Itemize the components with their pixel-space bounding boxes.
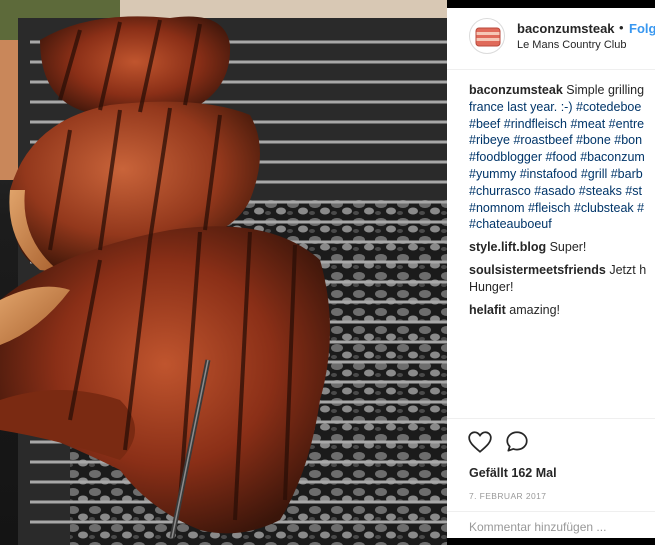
likes-count[interactable]: Gefällt 162 Mal bbox=[469, 466, 557, 480]
location-link[interactable]: Le Mans Country Club bbox=[517, 39, 626, 51]
comment-bubble-icon[interactable] bbox=[504, 429, 530, 455]
comment-text: Super! bbox=[549, 240, 587, 255]
caption-username[interactable]: baconzumsteak bbox=[469, 83, 563, 97]
caption-line: baconzumsteak Simple grilling bbox=[469, 83, 645, 97]
caption-line: france last year. :-) #cotedeboe bbox=[469, 99, 642, 114]
caption-line: #ribeye #roastbeef #bone #bon bbox=[469, 133, 643, 148]
caption-line: #foodblogger #food #baconzum bbox=[469, 150, 645, 165]
comment-username[interactable]: soulsistermeetsfriends bbox=[469, 263, 606, 277]
post-side-panel: baconzumsteak • Folg Le Mans Country Clu… bbox=[447, 8, 655, 538]
comment-username[interactable]: style.lift.blog bbox=[469, 240, 546, 254]
add-comment-section bbox=[447, 511, 655, 538]
avatar[interactable] bbox=[469, 18, 505, 54]
post-photo[interactable] bbox=[0, 0, 447, 545]
comment-text: Jetzt h bbox=[609, 262, 647, 277]
post-header: baconzumsteak • Folg Le Mans Country Clu… bbox=[447, 8, 655, 70]
comment-item: style.lift.blog Super! bbox=[469, 239, 655, 256]
caption-line: #nomnom #fleisch #clubsteak # bbox=[469, 200, 645, 215]
bacon-logo-icon bbox=[475, 27, 501, 47]
heart-icon[interactable] bbox=[467, 429, 493, 455]
comment-item: helafit amazing! bbox=[469, 302, 655, 319]
caption-line: #chateauboeuf bbox=[469, 217, 552, 232]
grilled-steaks-photo bbox=[0, 0, 447, 545]
follow-button[interactable]: Folg bbox=[629, 21, 655, 36]
comment-item: soulsistermeetsfriends Jetzt h Hunger! bbox=[469, 262, 655, 296]
comment-text: Hunger! bbox=[469, 279, 514, 294]
header-username[interactable]: baconzumsteak bbox=[517, 21, 615, 36]
caption-line: #yummy #instafood #grill #barb bbox=[469, 166, 643, 181]
comment-input[interactable] bbox=[469, 520, 649, 534]
comments-section: baconzumsteak Simple grilling france las… bbox=[469, 82, 655, 318]
post-date: 7. FEBRUAR 2017 bbox=[469, 491, 547, 501]
comment-username[interactable]: helafit bbox=[469, 303, 506, 317]
header-separator: • bbox=[619, 20, 624, 35]
caption: baconzumsteak Simple grilling france las… bbox=[469, 82, 655, 233]
post-actions: Gefällt 162 Mal 7. FEBRUAR 2017 bbox=[447, 418, 655, 538]
comment-text: amazing! bbox=[509, 302, 561, 317]
instagram-post-modal: baconzumsteak • Folg Le Mans Country Clu… bbox=[0, 0, 655, 545]
caption-line: #churrasco #asado #steaks #st bbox=[469, 183, 643, 198]
caption-line: #beef #rindfleisch #meat #entre bbox=[469, 116, 645, 131]
